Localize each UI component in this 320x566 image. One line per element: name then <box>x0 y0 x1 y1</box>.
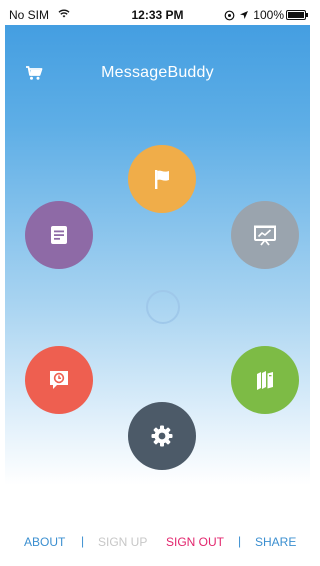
sign-out-link[interactable]: SIGN OUT <box>166 535 224 549</box>
battery-fill <box>288 12 304 18</box>
app-screen: No SIM 12:33 PM 100% MessageBuddy ABOUT … <box>5 5 310 561</box>
status-right-group: 100% <box>224 8 284 22</box>
footer-separator: | <box>81 534 85 548</box>
app-title: MessageBuddy <box>101 64 214 81</box>
settings-button[interactable] <box>128 402 196 470</box>
books-icon <box>257 371 273 390</box>
status-bar: No SIM 12:33 PM 100% <box>5 5 310 25</box>
alarm-icon <box>224 10 235 20</box>
share-link[interactable]: SHARE <box>255 535 296 549</box>
note-icon <box>51 226 67 244</box>
message-clock-icon <box>50 371 68 389</box>
battery-icon <box>286 10 308 20</box>
flag-icon <box>155 170 169 189</box>
battery-percent: 100% <box>253 8 284 22</box>
footer-links: ABOUT | SIGN UP SIGN OUT | SHARE <box>5 534 310 553</box>
presentation-chart-icon <box>254 225 276 246</box>
notes-button[interactable] <box>25 201 93 269</box>
library-button[interactable] <box>231 346 299 414</box>
scheduled-message-button[interactable] <box>25 346 93 414</box>
about-link[interactable]: ABOUT <box>24 535 65 549</box>
footer-separator: | <box>238 534 242 548</box>
presentation-button[interactable] <box>231 201 299 269</box>
location-arrow-icon <box>240 11 249 19</box>
gear-icon <box>151 425 173 447</box>
flag-button[interactable] <box>128 145 196 213</box>
sign-up-link[interactable]: SIGN UP <box>98 535 147 549</box>
center-ring <box>146 290 180 324</box>
